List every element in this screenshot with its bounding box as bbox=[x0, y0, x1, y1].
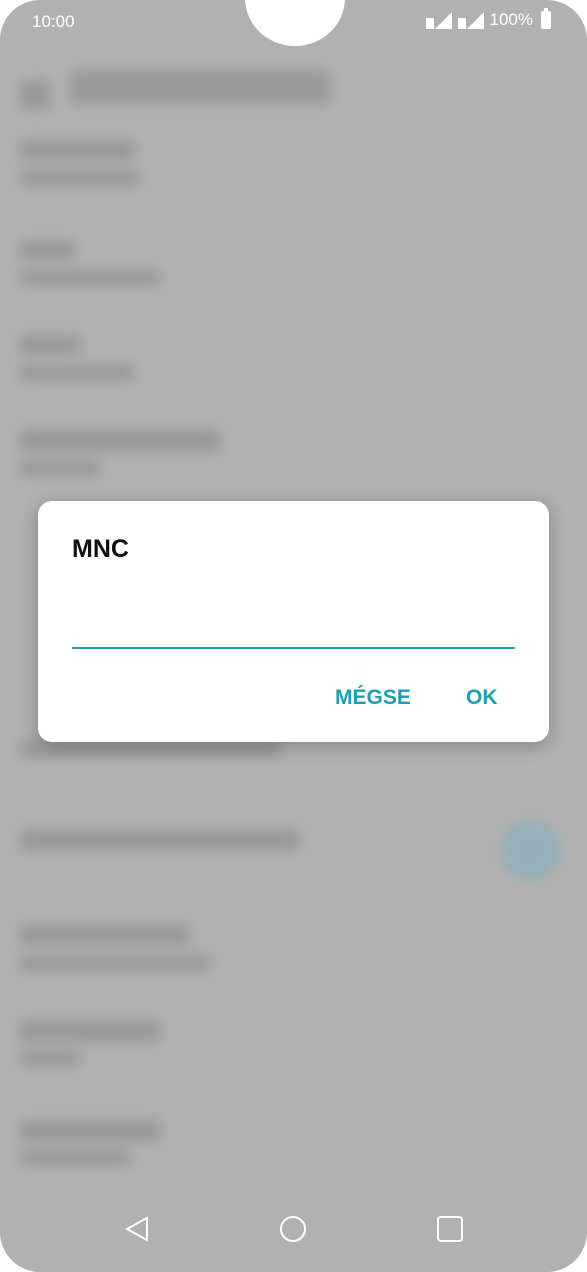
status-icons: 100% bbox=[425, 8, 551, 30]
status-bar: 10:00 100% bbox=[0, 0, 587, 44]
battery-icon bbox=[541, 8, 551, 29]
navigation-bar bbox=[0, 1200, 587, 1272]
mnc-dialog: MNC MÉGSE OK bbox=[38, 501, 549, 742]
recent-apps-icon[interactable] bbox=[435, 1214, 465, 1244]
sim2-signal-icon bbox=[457, 10, 484, 30]
status-time: 10:00 bbox=[32, 12, 75, 31]
back-icon[interactable] bbox=[123, 1214, 153, 1244]
home-icon[interactable] bbox=[278, 1214, 308, 1244]
mnc-input[interactable] bbox=[72, 601, 515, 649]
cancel-button[interactable]: MÉGSE bbox=[335, 686, 411, 710]
ok-button[interactable]: OK bbox=[466, 686, 498, 710]
sim1-signal-icon bbox=[425, 10, 452, 30]
phone-screen: 10:00 100% MNC MÉGSE OK bbox=[0, 0, 587, 1272]
dialog-title: MNC bbox=[72, 535, 129, 563]
battery-percent: 100% bbox=[489, 10, 533, 29]
